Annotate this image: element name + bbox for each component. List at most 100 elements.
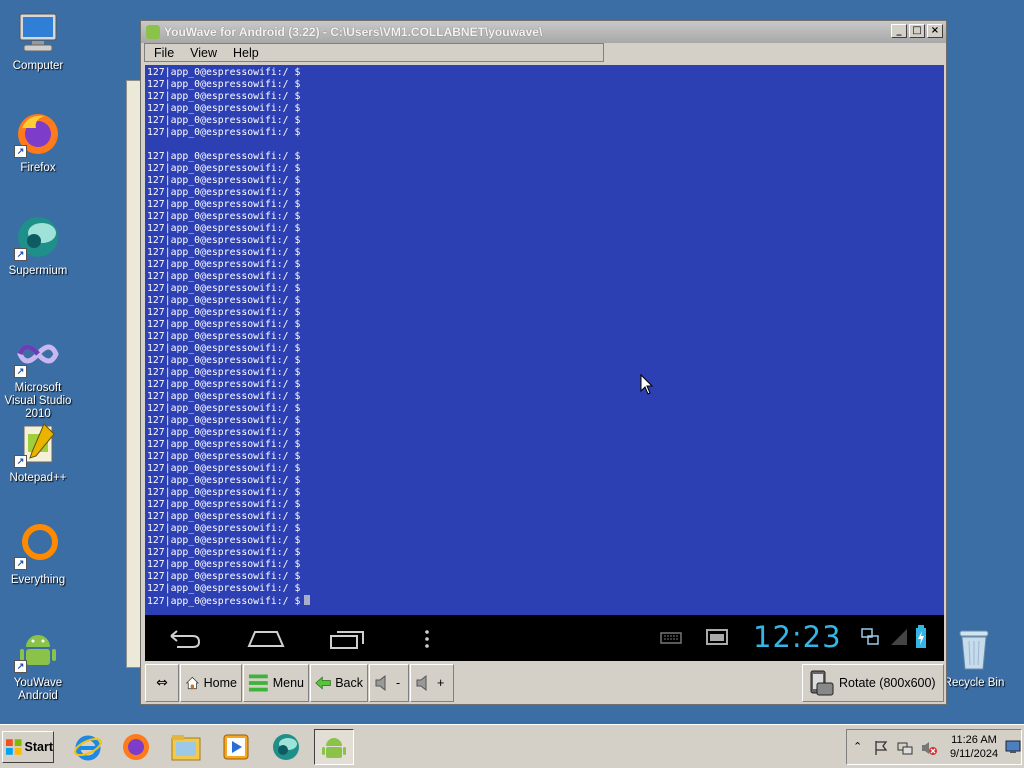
terminal-line: 127|app_0@espressowifi:/ $ — [147, 163, 301, 174]
taskbar: Start ⌃ 11:26 AM 9/11/2024 — [0, 724, 1024, 768]
terminal-line: 127|app_0@espressowifi:/ $ — [147, 379, 301, 390]
terminal-line: 127|app_0@espressowifi:/ $ — [147, 235, 301, 246]
back-button-label: Back — [335, 676, 363, 690]
terminal-line: 127|app_0@espressowifi:/ $ — [147, 559, 301, 570]
terminal-line: 127|app_0@espressowifi:/ $ — [147, 583, 301, 594]
desktop-icon-visual-studio[interactable]: ↗ Microsoft Visual Studio 2010 — [0, 330, 76, 421]
visual-studio-icon: ↗ — [14, 330, 62, 378]
house-icon — [185, 676, 200, 690]
supermium-icon — [273, 734, 299, 760]
taskbar-internet-explorer[interactable] — [68, 729, 108, 765]
terminal-line: 127|app_0@espressowifi:/ $ — [147, 307, 301, 318]
folder-icon — [171, 735, 201, 761]
tray-clock[interactable]: 11:26 AM 9/11/2024 — [945, 733, 1003, 761]
menu-view[interactable]: View — [181, 46, 224, 60]
minimize-button[interactable]: _ — [891, 24, 907, 38]
window-titlebar[interactable]: YouWave for Android (3.22) - C:\Users\VM… — [141, 21, 946, 43]
rotate-button[interactable]: Rotate (800x600) — [802, 664, 944, 702]
menu-button[interactable]: Menu — [243, 664, 309, 702]
home-button[interactable]: Home — [180, 664, 242, 702]
volume-muted-icon[interactable] — [921, 740, 937, 756]
terminal-line: 127|app_0@espressowifi:/ $ — [147, 283, 301, 294]
shortcut-arrow-icon: ↗ — [14, 365, 27, 378]
taskbar-file-explorer[interactable] — [166, 729, 206, 765]
terminal-output[interactable]: 127|app_0@espressowifi:/ $127|app_0@espr… — [145, 65, 944, 607]
desktop-icon-youwave[interactable]: ↗ YouWave Android — [0, 625, 76, 703]
terminal-line: 127|app_0@espressowifi:/ $ — [147, 127, 301, 138]
shortcut-arrow-icon: ↗ — [14, 557, 27, 570]
home-icon[interactable] — [247, 628, 285, 648]
menu-file[interactable]: File — [145, 46, 181, 60]
taskbar-youwave[interactable] — [314, 729, 354, 765]
start-label: Start — [24, 740, 53, 754]
menu-help[interactable]: Help — [224, 46, 266, 60]
desktop-icon-label: Notepad++ — [9, 472, 67, 484]
speaker-icon — [416, 674, 427, 692]
terminal-line: 127|app_0@espressowifi:/ $ — [147, 271, 301, 282]
desktop-icon-notepad-plus-plus[interactable]: ↗ Notepad++ — [0, 420, 76, 485]
youwave-android-icon — [322, 738, 346, 758]
more-icon[interactable] — [423, 628, 431, 650]
notepad-plus-plus-icon: ↗ — [14, 420, 62, 468]
desktop-icon-label: Computer — [12, 60, 64, 72]
internet-explorer-icon — [74, 735, 102, 761]
screen-icon[interactable] — [706, 629, 728, 647]
terminal-line: 127|app_0@espressowifi:/ $ — [147, 403, 301, 414]
desktop-icon-recycle-bin[interactable]: Recycle Bin — [936, 625, 1012, 690]
terminal-line: 127|app_0@espressowifi:/ $ — [147, 355, 301, 366]
taskbar-media-player[interactable] — [216, 729, 256, 765]
desktop-icon-firefox[interactable]: ↗ Firefox — [0, 110, 76, 175]
menu-lines-icon — [248, 674, 268, 692]
menubar: File View Help — [144, 43, 604, 62]
volume-up-button[interactable]: + — [410, 664, 454, 702]
fullscreen-toggle-button[interactable]: ⇔ — [145, 664, 179, 702]
recycle-bin-icon — [950, 625, 998, 673]
terminal-line: 127|app_0@espressowifi:/ $ — [147, 151, 301, 162]
show-desktop-icon[interactable] — [1005, 740, 1021, 754]
volume-down-button[interactable]: - — [369, 664, 409, 702]
windows-logo-icon — [6, 739, 22, 755]
taskbar-firefox[interactable] — [116, 729, 156, 765]
terminal-line: 127|app_0@espressowifi:/ $ — [147, 331, 301, 342]
terminal-line: 127|app_0@espressowifi:/ $ — [147, 511, 301, 522]
terminal-line: 127|app_0@espressowifi:/ $ — [147, 175, 301, 186]
volume-up-label: + — [437, 676, 445, 690]
terminal-line: 127|app_0@espressowifi:/ $ — [147, 547, 301, 558]
mouse-cursor-icon — [640, 374, 654, 395]
green-back-arrow-icon — [315, 676, 331, 690]
back-icon[interactable] — [167, 628, 203, 650]
emulator-toolbar: ⇔ Home Menu Back - + Rotate (800x600) — [145, 664, 944, 702]
action-center-flag-icon[interactable] — [873, 740, 889, 756]
terminal-line: 127|app_0@espressowifi:/ $ — [147, 199, 301, 210]
terminal-line: 127|app_0@espressowifi:/ $ — [147, 103, 301, 114]
keyboard-icon[interactable] — [660, 632, 682, 644]
terminal-line: 127|app_0@espressowifi:/ $ — [147, 391, 301, 402]
show-hidden-icons-icon[interactable]: ⌃ — [853, 740, 862, 753]
taskbar-supermium[interactable] — [266, 729, 306, 765]
supermium-icon: ↗ — [14, 213, 62, 261]
everything-icon: ↗ — [14, 522, 62, 570]
volume-down-label: - — [396, 676, 401, 690]
speaker-icon — [375, 674, 386, 692]
maximize-button[interactable]: □ — [909, 24, 925, 38]
recent-apps-icon[interactable] — [329, 628, 365, 650]
terminal-line: 127|app_0@espressowifi:/ $ — [147, 343, 301, 354]
tray-date: 9/11/2024 — [949, 748, 999, 760]
desktop-icon-everything[interactable]: ↗ Everything — [0, 522, 76, 587]
desktop-icon-computer[interactable]: Computer — [0, 8, 76, 73]
terminal-line: 127|app_0@espressowifi:/ $ — [147, 319, 301, 330]
back-button[interactable]: Back — [310, 664, 368, 702]
start-button[interactable]: Start — [2, 731, 54, 763]
android-screen[interactable]: 127|app_0@espressowifi:/ $127|app_0@espr… — [145, 65, 944, 615]
terminal-line: 127|app_0@espressowifi:/ $ — [147, 439, 301, 450]
tray-time: 11:26 AM — [951, 734, 997, 746]
terminal-line: 127|app_0@espressowifi:/ $ — [147, 571, 301, 582]
close-button[interactable]: × — [927, 24, 943, 38]
terminal-line: 127|app_0@espressowifi:/ $ — [147, 523, 301, 534]
firefox-icon — [123, 734, 149, 760]
media-player-icon — [223, 734, 249, 760]
desktop-icon-supermium[interactable]: ↗ Supermium — [0, 213, 76, 278]
network-tray-icon[interactable] — [897, 740, 913, 756]
terminal-line: 127|app_0@espressowifi:/ $ — [147, 487, 301, 498]
terminal-line: 127|app_0@espressowifi:/ $ — [147, 295, 301, 306]
